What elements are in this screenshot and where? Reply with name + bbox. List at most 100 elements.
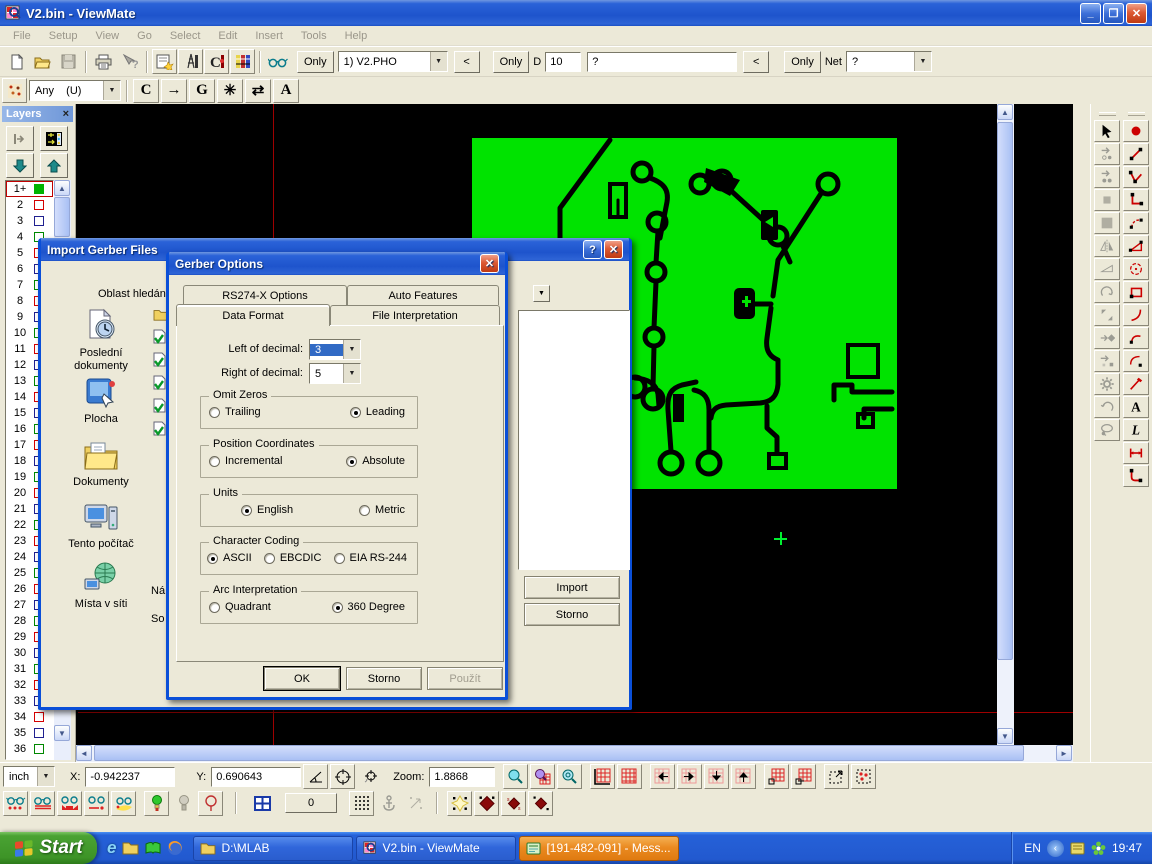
scroll-left-icon[interactable]: ◄ xyxy=(76,745,92,761)
zoom-select-button[interactable] xyxy=(557,764,582,789)
radio-option[interactable]: Incremental xyxy=(209,455,282,467)
rotate-tool-button[interactable] xyxy=(1094,281,1120,303)
chevron-down-icon[interactable]: ▼ xyxy=(430,52,447,71)
component-select-button[interactable]: C xyxy=(133,79,159,103)
net-combo[interactable]: ?▼ xyxy=(846,51,932,72)
folder-icon[interactable] xyxy=(122,841,139,855)
pan-down-button[interactable] xyxy=(704,764,729,789)
menu-tools[interactable]: Tools xyxy=(292,28,336,44)
radio-icon[interactable] xyxy=(359,505,370,516)
scroll-up-icon[interactable]: ▲ xyxy=(54,180,70,196)
context-help-button[interactable]: ? xyxy=(117,49,142,74)
view-traces-button[interactable] xyxy=(30,791,55,816)
grid-button[interactable] xyxy=(617,764,642,789)
radio-icon[interactable] xyxy=(241,505,252,516)
vector-snap-button[interactable] xyxy=(403,791,428,816)
layer-combo[interactable]: 1) V2.PHO▼ xyxy=(338,51,448,72)
tab-data-format[interactable]: Data Format xyxy=(176,304,330,326)
task-message[interactable]: [191-482-091] - Mess... xyxy=(519,836,679,861)
text-tool-button[interactable]: A xyxy=(1123,396,1149,418)
angle-measure-button[interactable] xyxy=(303,764,328,789)
minimize-button[interactable]: _ xyxy=(1080,3,1101,24)
hide-icons-icon[interactable]: ‹ xyxy=(1047,840,1064,857)
layer-color-swatch[interactable] xyxy=(34,200,44,210)
only-dcode-button[interactable]: Only xyxy=(493,51,530,73)
menu-help[interactable]: Help xyxy=(336,28,377,44)
place-desktop[interactable]: Plocha xyxy=(53,376,149,426)
relative-origin-button[interactable] xyxy=(357,764,382,789)
layer-row[interactable]: 1+ xyxy=(6,181,53,197)
clock[interactable]: 19:47 xyxy=(1112,841,1142,855)
radio-icon[interactable] xyxy=(209,407,220,418)
radio-icon[interactable] xyxy=(350,407,361,418)
scroll-thumb[interactable] xyxy=(94,745,1024,761)
layer-row[interactable]: 3 xyxy=(6,213,53,229)
draw-rectangle-button[interactable] xyxy=(1123,281,1149,303)
radio-icon[interactable] xyxy=(332,602,343,613)
draw-circle-button[interactable] xyxy=(1123,258,1149,280)
toolbar-grip[interactable] xyxy=(1099,112,1116,116)
bend-tool-button[interactable] xyxy=(1123,465,1149,487)
radio-option[interactable]: Leading xyxy=(350,406,405,418)
pan-up-button[interactable] xyxy=(731,764,756,789)
aperture-list-button[interactable] xyxy=(152,49,177,74)
small-square-tool-button[interactable] xyxy=(1094,189,1120,211)
radio-option[interactable]: EIA RS-244 xyxy=(334,552,407,564)
task-mlab-folder[interactable]: D:\MLAB xyxy=(193,836,353,861)
view-highlight-button[interactable] xyxy=(111,791,136,816)
layer-color-swatch[interactable] xyxy=(34,712,44,722)
draw-polyline-button[interactable] xyxy=(1123,166,1149,188)
highlight-outline-button[interactable] xyxy=(198,791,223,816)
pad-select-button[interactable]: ✳ xyxy=(217,79,243,103)
draw-arc-button[interactable] xyxy=(1123,212,1149,234)
scale-tool-button[interactable] xyxy=(1094,304,1120,326)
radio-option[interactable]: Absolute xyxy=(346,455,405,467)
anchor-button[interactable] xyxy=(376,791,401,816)
ok-button[interactable]: OK xyxy=(264,667,340,690)
place-documents[interactable]: Dokumenty xyxy=(53,441,149,489)
draw-line-button[interactable] xyxy=(1123,143,1149,165)
select-filter-combo[interactable]: Any (U)▼ xyxy=(29,80,121,101)
print-button[interactable] xyxy=(91,49,116,74)
scroll-thumb[interactable] xyxy=(54,197,70,237)
layer-row[interactable]: 35 xyxy=(6,725,53,741)
dcode-input[interactable]: 10 xyxy=(545,52,581,72)
component-c-button[interactable]: C xyxy=(204,49,229,74)
target-origin-button[interactable] xyxy=(330,764,355,789)
copy-tool-button[interactable] xyxy=(1094,143,1120,165)
close-button[interactable]: ✕ xyxy=(480,254,499,273)
close-button[interactable]: ✕ xyxy=(1126,3,1147,24)
radio-icon[interactable] xyxy=(209,602,220,613)
help-button[interactable]: ? xyxy=(583,240,602,259)
width-tool-button[interactable] xyxy=(1123,442,1149,464)
radio-option[interactable]: Quadrant xyxy=(209,601,271,613)
tab-auto-features[interactable]: Auto Features xyxy=(347,285,499,305)
scroll-down-icon[interactable]: ▼ xyxy=(54,725,70,741)
menu-insert[interactable]: Insert xyxy=(246,28,292,44)
tab-file-interpretation[interactable]: File Interpretation xyxy=(330,305,500,325)
draw-corner-button[interactable] xyxy=(1123,189,1149,211)
menu-select[interactable]: Select xyxy=(161,28,210,44)
place-recent-documents[interactable]: Poslední dokumenty xyxy=(53,308,149,373)
restore-button[interactable]: ❐ xyxy=(1103,3,1124,24)
layers-panel-title[interactable]: Layers× xyxy=(2,106,73,122)
start-button[interactable]: Start xyxy=(0,832,97,864)
move-tool-button[interactable] xyxy=(1094,166,1120,188)
only-net-button[interactable]: Only xyxy=(784,51,821,73)
radio-option[interactable]: 360 Degree xyxy=(332,601,406,613)
view-options-button[interactable] xyxy=(265,49,290,74)
scroll-down-icon[interactable]: ▼ xyxy=(997,728,1013,744)
lasso-tool-button[interactable] xyxy=(1094,419,1120,441)
unit-combo[interactable]: inch▼ xyxy=(3,766,55,787)
radio-icon[interactable] xyxy=(207,553,218,564)
dcode-tower-button[interactable] xyxy=(178,49,203,74)
radio-icon[interactable] xyxy=(346,456,357,467)
chevron-down-icon[interactable]: ▼ xyxy=(914,52,931,71)
place-network[interactable]: Místa v síti xyxy=(53,561,149,611)
radio-option[interactable]: Trailing xyxy=(209,406,261,418)
highlight-on-button[interactable] xyxy=(144,791,169,816)
place-my-computer[interactable]: Tento počítač xyxy=(53,501,149,551)
gerber-dialog-titlebar[interactable]: Gerber Options ✕ xyxy=(169,252,505,275)
layer-color-swatch[interactable] xyxy=(34,744,44,754)
menu-edit[interactable]: Edit xyxy=(209,28,246,44)
